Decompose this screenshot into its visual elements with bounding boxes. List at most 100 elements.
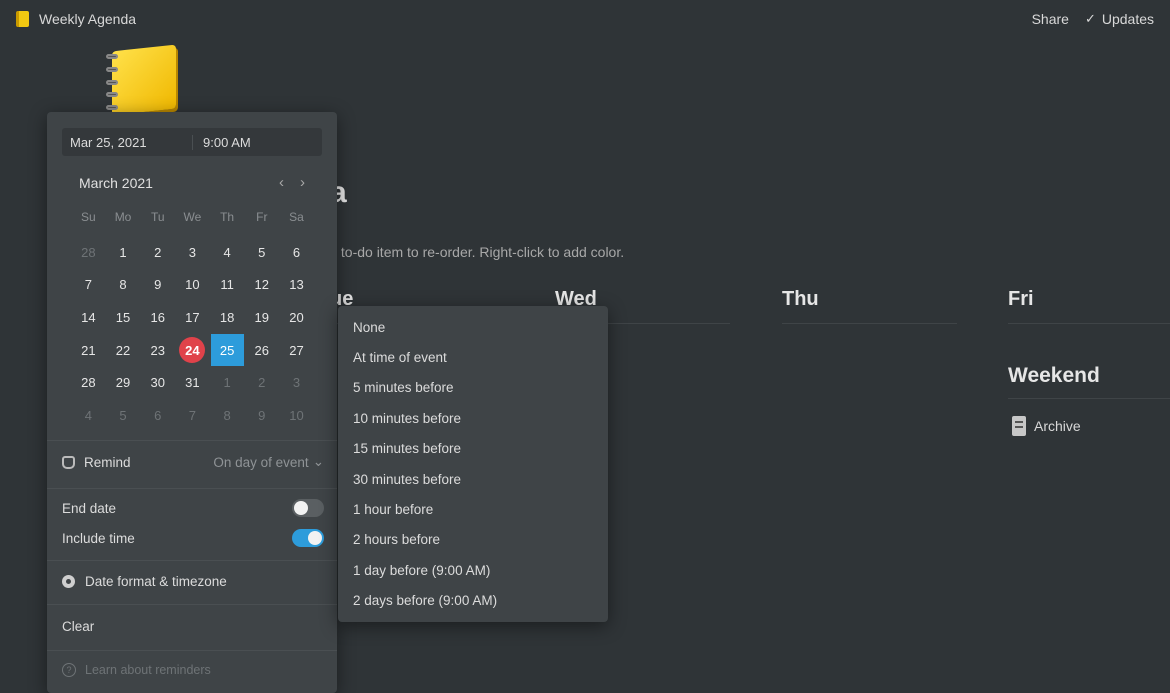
- remind-row[interactable]: Remind On day of event ⌄: [62, 454, 324, 470]
- column-thu: Thu: [782, 288, 957, 324]
- remind-option[interactable]: At time of event: [338, 342, 608, 372]
- calendar-day[interactable]: 6: [279, 236, 314, 269]
- date-format-button[interactable]: Date format & timezone: [62, 574, 324, 589]
- calendar-day-label: 10: [185, 277, 200, 293]
- calendar-day[interactable]: 2: [140, 236, 175, 269]
- calendar-day[interactable]: 26: [244, 334, 279, 367]
- calendar-day[interactable]: 28: [71, 236, 106, 269]
- calendar-day[interactable]: 21: [71, 334, 106, 367]
- calendar-day[interactable]: 23: [140, 334, 175, 367]
- calendar-day[interactable]: 7: [175, 399, 210, 432]
- calendar-day-label: 3: [188, 244, 197, 260]
- remind-option[interactable]: 5 minutes before: [338, 373, 608, 403]
- calendar-day-label: 4: [223, 244, 231, 260]
- calendar-day-label: 30: [150, 375, 165, 391]
- remind-option[interactable]: 1 day before (9:00 AM): [338, 555, 608, 585]
- learn-reminders-link[interactable]: ? Learn about reminders: [62, 663, 324, 677]
- calendar-day-label: 31: [185, 375, 200, 391]
- calendar-day[interactable]: 29: [106, 366, 141, 399]
- calendar-day[interactable]: 30: [140, 366, 175, 399]
- calendar-day[interactable]: 27: [279, 334, 314, 367]
- calendar-day[interactable]: 13: [279, 269, 314, 302]
- remind-option[interactable]: 30 minutes before: [338, 464, 608, 494]
- calendar-day-label: 4: [84, 407, 92, 423]
- calendar-day[interactable]: 3: [175, 236, 210, 269]
- calendar-day-label: 22: [115, 342, 131, 358]
- archive-link[interactable]: Archive: [1012, 416, 1081, 436]
- calendar-day[interactable]: 3: [279, 366, 314, 399]
- updates-button[interactable]: ✓ Updates: [1085, 11, 1154, 27]
- calendar-day[interactable]: 4: [71, 399, 106, 432]
- include-time-toggle[interactable]: [292, 529, 324, 547]
- calendar-day[interactable]: 16: [140, 301, 175, 334]
- remind-option[interactable]: 15 minutes before: [338, 434, 608, 464]
- remind-option[interactable]: 2 hours before: [338, 525, 608, 555]
- remind-option[interactable]: 10 minutes before: [338, 403, 608, 433]
- calendar-day[interactable]: 20: [279, 301, 314, 334]
- archive-icon: [1012, 416, 1026, 436]
- calendar-day-label: 8: [119, 277, 127, 293]
- calendar-day-label: 25: [210, 334, 244, 367]
- remind-value: On day of event: [213, 454, 309, 470]
- calendar-day[interactable]: 31: [175, 366, 210, 399]
- calendar-day[interactable]: 15: [106, 301, 141, 334]
- calendar-day-selected[interactable]: 25: [210, 334, 245, 367]
- clear-button[interactable]: Clear: [62, 619, 324, 634]
- page-breadcrumb[interactable]: Weekly Agenda: [39, 11, 136, 27]
- calendar-day[interactable]: 6: [140, 399, 175, 432]
- calendar-day-today[interactable]: 24: [175, 334, 210, 367]
- calendar-day[interactable]: 5: [244, 236, 279, 269]
- calendar-day[interactable]: 22: [106, 334, 141, 367]
- weekday-label: Mo: [114, 210, 132, 224]
- calendar-day[interactable]: 10: [175, 269, 210, 302]
- calendar-day-label: 1: [223, 375, 231, 391]
- calendar-header: March 2021 ‹ ›: [79, 174, 305, 191]
- include-time-row: Include time: [62, 529, 324, 547]
- calendar-day[interactable]: 10: [279, 399, 314, 432]
- calendar-day[interactable]: 5: [106, 399, 141, 432]
- calendar-day[interactable]: 19: [244, 301, 279, 334]
- remind-label: Remind: [84, 454, 131, 470]
- date-format-label: Date format & timezone: [85, 574, 227, 589]
- chevron-down-icon: ⌄: [312, 454, 324, 469]
- calendar-day-label: 6: [154, 407, 162, 423]
- calendar-day-label: 5: [119, 407, 127, 423]
- remind-select[interactable]: On day of event ⌄: [213, 454, 324, 470]
- date-field[interactable]: Mar 25, 2021: [62, 135, 192, 150]
- calendar-day[interactable]: 2: [244, 366, 279, 399]
- calendar-day-label: 14: [81, 309, 96, 325]
- calendar-day-label: 9: [154, 277, 162, 293]
- calendar-day-label: 6: [292, 244, 301, 260]
- date-time-input[interactable]: Mar 25, 2021 9:00 AM: [62, 128, 322, 156]
- calendar-day[interactable]: 1: [106, 236, 141, 269]
- calendar-day[interactable]: 12: [244, 269, 279, 302]
- calendar-day-label: 27: [289, 342, 304, 358]
- chevron-right-icon[interactable]: ›: [300, 174, 305, 191]
- chevron-left-icon[interactable]: ‹: [279, 174, 284, 191]
- weekday-label: Tu: [150, 210, 165, 224]
- remind-option[interactable]: None: [338, 312, 608, 342]
- remind-dropdown-menu: None At time of event 5 minutes before 10 m…: [338, 306, 608, 622]
- calendar-day[interactable]: 7: [71, 269, 106, 302]
- calendar-day[interactable]: 9: [140, 269, 175, 302]
- calendar-day[interactable]: 28: [71, 366, 106, 399]
- share-button[interactable]: Share: [1032, 11, 1069, 27]
- time-field[interactable]: 9:00 AM: [192, 134, 251, 150]
- calendar-day[interactable]: 1: [210, 366, 245, 399]
- calendar-day[interactable]: 18: [210, 301, 245, 334]
- calendar-day[interactable]: 8: [106, 269, 141, 302]
- page-notebook-icon[interactable]: [104, 44, 178, 116]
- remind-option[interactable]: 2 days before (9:00 AM): [338, 586, 608, 616]
- end-date-label: End date: [62, 500, 117, 516]
- calendar-day-label: 20: [289, 309, 304, 325]
- calendar-day[interactable]: 14: [71, 301, 106, 334]
- calendar-day[interactable]: 9: [244, 399, 279, 432]
- calendar-day[interactable]: 11: [210, 269, 245, 302]
- calendar-day[interactable]: 17: [175, 301, 210, 334]
- calendar-day-label: 19: [254, 309, 270, 325]
- calendar-day[interactable]: 4: [210, 236, 245, 269]
- calendar-day-label: 13: [289, 277, 304, 293]
- calendar-day[interactable]: 8: [210, 399, 245, 432]
- remind-option[interactable]: 1 hour before: [338, 494, 608, 524]
- end-date-toggle[interactable]: [292, 499, 324, 517]
